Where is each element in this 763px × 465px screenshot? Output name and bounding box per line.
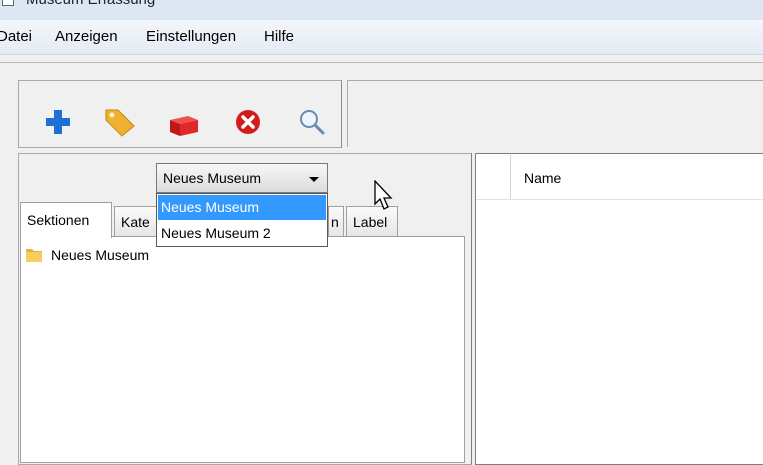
menu-hilfe[interactable]: Hilfe xyxy=(264,28,294,45)
search-icon[interactable] xyxy=(296,106,328,138)
toolbar-secondary xyxy=(347,80,763,147)
tab-label: n xyxy=(331,214,339,230)
museum-select-value: Neues Museum xyxy=(163,170,262,186)
brick-icon[interactable] xyxy=(168,106,200,138)
dropdown-option[interactable]: Neues Museum 2 xyxy=(158,221,326,246)
column-header-name[interactable]: Name xyxy=(524,170,561,186)
menu-anzeigen[interactable]: Anzeigen xyxy=(55,28,118,45)
tree-item[interactable]: Neues Museum xyxy=(25,247,149,263)
mouse-cursor-icon xyxy=(374,180,393,210)
add-icon[interactable] xyxy=(42,106,74,138)
menu-bar: Datei Anzeigen Einstellungen Hilfe xyxy=(0,20,763,55)
row-header-corner xyxy=(476,155,511,199)
tag-icon[interactable] xyxy=(104,106,136,138)
delete-icon[interactable] xyxy=(232,106,264,138)
tree-item-label: Neues Museum xyxy=(51,247,150,263)
tab-label: Label xyxy=(353,214,388,230)
separator xyxy=(0,62,763,63)
tab-label: Kate xyxy=(121,214,150,230)
dropdown-option[interactable]: Neues Museum xyxy=(158,195,326,220)
museum-dropdown-list: Neues Museum Neues Museum 2 xyxy=(156,193,328,247)
tab-partial[interactable]: n xyxy=(328,206,344,236)
menu-datei[interactable]: Datei xyxy=(0,28,32,45)
section-tree[interactable]: Neues Museum xyxy=(20,236,465,463)
title-bar: Museum Erfassung xyxy=(0,0,763,20)
menu-einstellungen[interactable]: Einstellungen xyxy=(146,28,236,45)
window-title: Museum Erfassung xyxy=(26,0,155,8)
tab-sektionen[interactable]: Sektionen xyxy=(20,202,112,238)
folder-icon xyxy=(26,249,42,262)
app-icon xyxy=(2,0,14,6)
chevron-down-icon[interactable] xyxy=(309,177,319,182)
table-header: Name xyxy=(476,155,763,200)
tab-label: Sektionen xyxy=(27,212,90,228)
museum-select[interactable]: Neues Museum xyxy=(156,163,328,193)
